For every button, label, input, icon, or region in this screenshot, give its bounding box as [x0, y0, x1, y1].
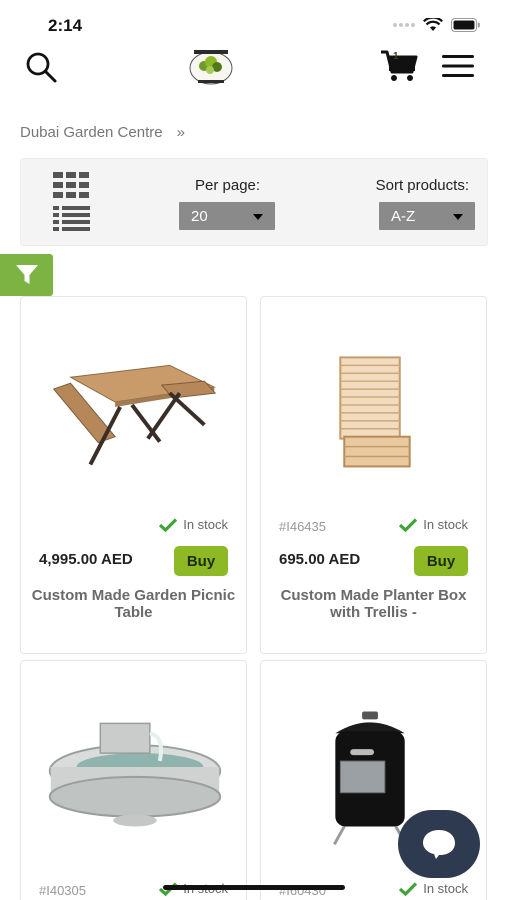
check-icon — [399, 517, 418, 532]
product-price: 4,995.00 AED — [39, 551, 133, 568]
product-card[interactable]: #I46435 In stock 695.00 AED Buy Custom M… — [260, 296, 487, 654]
product-image[interactable] — [21, 661, 246, 871]
listing-toolbar: Per page: 20 Sort products: A-Z — [20, 158, 488, 246]
caret-down-icon — [453, 214, 463, 220]
list-view-icon[interactable] — [53, 206, 91, 232]
check-icon — [159, 517, 178, 532]
filter-button[interactable] — [0, 254, 53, 296]
app-header: 1 — [0, 40, 507, 92]
breadcrumb: Dubai Garden Centre » — [20, 124, 185, 141]
product-card[interactable]: In stock 4,995.00 AED Buy Custom Made Ga… — [20, 296, 247, 654]
home-indicator — [163, 885, 345, 890]
product-name[interactable]: Custom Made Garden Picnic Table — [31, 587, 236, 621]
sort-label: Sort products: — [375, 177, 469, 194]
chat-bubble-icon — [423, 830, 455, 859]
status-time: 2:14 — [48, 16, 83, 35]
store-logo[interactable] — [184, 44, 238, 88]
status-bar: 2:14 — [0, 0, 507, 44]
stock-status: In stock — [399, 517, 468, 532]
wifi-icon — [423, 18, 443, 31]
sort-value: A-Z — [391, 208, 416, 225]
cart-icon — [381, 50, 418, 81]
stock-label: In stock — [423, 517, 468, 532]
hamburger-menu-icon[interactable] — [440, 52, 476, 80]
stock-status: In stock — [159, 517, 228, 532]
product-sku: #I46435 — [279, 519, 326, 534]
product-sku: #I40305 — [39, 883, 86, 898]
product-image[interactable] — [21, 297, 246, 507]
chat-button[interactable] — [398, 810, 480, 878]
cart-count: 1 — [393, 51, 399, 62]
search-icon[interactable] — [24, 50, 60, 86]
product-image[interactable] — [261, 297, 486, 507]
buy-button[interactable]: Buy — [174, 546, 228, 576]
per-page-select[interactable]: 20 — [179, 202, 275, 230]
grid-view-icon[interactable] — [53, 172, 91, 200]
buy-button[interactable]: Buy — [414, 546, 468, 576]
caret-down-icon — [253, 214, 263, 220]
check-icon — [399, 881, 418, 896]
status-icons — [393, 18, 481, 32]
per-page-label: Per page: — [195, 177, 261, 194]
product-card[interactable]: #I40305 In stock — [20, 660, 247, 900]
breadcrumb-home-link[interactable]: Dubai Garden Centre — [20, 124, 163, 141]
stock-label: In stock — [423, 881, 468, 896]
per-page-value: 20 — [191, 208, 208, 225]
signal-icon — [393, 23, 415, 27]
breadcrumb-separator: » — [176, 124, 185, 141]
product-price: 695.00 AED — [279, 551, 361, 568]
stock-status: In stock — [399, 881, 468, 896]
stock-label: In stock — [183, 517, 228, 532]
product-name[interactable]: Custom Made Planter Box with Trellis - — [271, 587, 476, 621]
filter-funnel-icon — [15, 265, 38, 284]
battery-icon — [451, 18, 480, 32]
cart-button[interactable]: 1 — [380, 48, 420, 84]
sort-select[interactable]: A-Z — [379, 202, 475, 230]
